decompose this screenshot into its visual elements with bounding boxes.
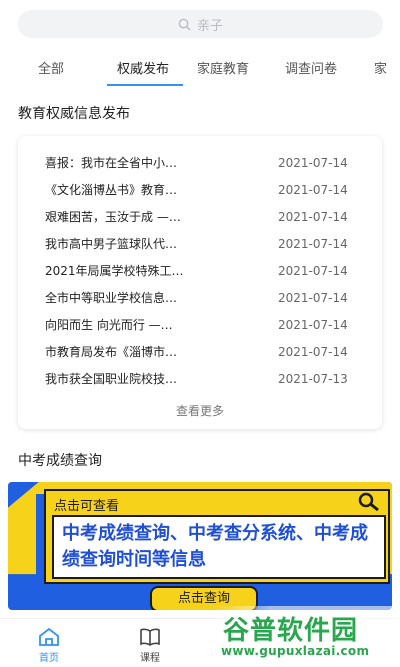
active-tab-indicator — [107, 84, 183, 86]
list-item[interactable]: 全市中等职业学校信息… 2021-07-14 — [18, 284, 382, 311]
search-icon — [358, 492, 379, 512]
banner-headline: 中考成绩查询、中考查分系统、中考成绩查询时间等信息 — [62, 523, 368, 570]
news-title: 《文化淄博丛书》教育… — [45, 183, 178, 197]
list-item[interactable]: 我市高中男子篮球队代… 2021-07-14 — [18, 230, 382, 257]
watermark-title: 谷普软件园 — [223, 616, 359, 646]
news-date: 2021-07-14 — [278, 290, 348, 305]
nav-item-course[interactable]: 课程 — [120, 627, 180, 664]
section-title-authority-info: 教育权威信息发布 — [18, 106, 130, 122]
news-title: 我市获全国职业院校技… — [45, 372, 178, 386]
nav-label-course: 课程 — [140, 653, 160, 664]
book-icon — [140, 628, 160, 646]
nav-item-home[interactable]: 首页 — [19, 627, 79, 664]
news-title: 艰难困苦，玉汝于成 —… — [45, 210, 181, 224]
news-title: 向阳而生 向光而行 —… — [45, 318, 173, 332]
search-placeholder: 亲子 — [196, 18, 223, 34]
news-date: 2021-07-14 — [278, 317, 348, 332]
nav-label-home: 首页 — [39, 653, 59, 664]
news-title: 我市高中男子篮球队代… — [45, 237, 178, 251]
home-icon — [39, 627, 59, 646]
banner-cta-label: 点击可查看 — [54, 499, 120, 514]
list-item[interactable]: 我市获全国职业院校技… 2021-07-13 — [18, 365, 382, 392]
news-title: 2021年局属学校特殊工… — [45, 264, 184, 278]
exam-query-banner[interactable]: 点击可查看 中考成绩查询、中考查分系统、中考成绩查询时间等信息 点击查询 — [8, 482, 392, 610]
section-title-exam-results: 中考成绩查询 — [18, 453, 102, 469]
tab-family-partial[interactable]: 家 — [374, 58, 387, 77]
list-item[interactable]: 市教育局发布《淄博市… 2021-07-14 — [18, 338, 382, 365]
view-more-link[interactable]: 查看更多 — [18, 402, 382, 419]
news-date: 2021-07-14 — [278, 263, 348, 278]
news-title: 全市中等职业学校信息… — [45, 291, 178, 305]
watermark-url: www.gupuxlazai.com — [221, 644, 370, 658]
tab-all[interactable]: 全部 — [38, 58, 64, 77]
list-item[interactable]: 《文化淄博丛书》教育… 2021-07-14 — [18, 176, 382, 203]
list-item[interactable]: 2021年局属学校特殊工… 2021-07-14 — [18, 257, 382, 284]
site-watermark: 谷普软件园 www.gupuxlazai.com — [215, 606, 400, 666]
news-title: 市教育局发布《淄博市… — [45, 345, 178, 359]
news-date: 2021-07-14 — [278, 236, 348, 251]
tab-authority-release[interactable]: 权威发布 — [117, 58, 169, 77]
search-bar[interactable]: 亲子 — [18, 10, 383, 38]
news-date: 2021-07-13 — [278, 371, 348, 386]
news-card: 喜报：我市在全省中小… 2021-07-14 《文化淄博丛书》教育… 2021-… — [18, 136, 382, 429]
news-date: 2021-07-14 — [278, 155, 348, 170]
banner-text-panel: 中考成绩查询、中考查分系统、中考成绩查询时间等信息 — [52, 515, 386, 579]
news-date: 2021-07-14 — [278, 182, 348, 197]
list-item[interactable]: 喜报：我市在全省中小… 2021-07-14 — [18, 149, 382, 176]
list-item[interactable]: 艰难困苦，玉汝于成 —… 2021-07-14 — [18, 203, 382, 230]
search-icon — [178, 18, 191, 31]
news-title: 喜报：我市在全省中小… — [45, 156, 178, 170]
category-tabs: 全部 权威发布 家庭教育 调查问卷 家 — [0, 52, 400, 88]
list-item[interactable]: 向阳而生 向光而行 —… 2021-07-14 — [18, 311, 382, 338]
news-date: 2021-07-14 — [278, 209, 348, 224]
tab-survey[interactable]: 调查问卷 — [285, 58, 337, 77]
news-date: 2021-07-14 — [278, 344, 348, 359]
tab-family-education[interactable]: 家庭教育 — [197, 58, 249, 77]
banner-box: 点击可查看 中考成绩查询、中考查分系统、中考成绩查询时间等信息 — [44, 489, 390, 584]
